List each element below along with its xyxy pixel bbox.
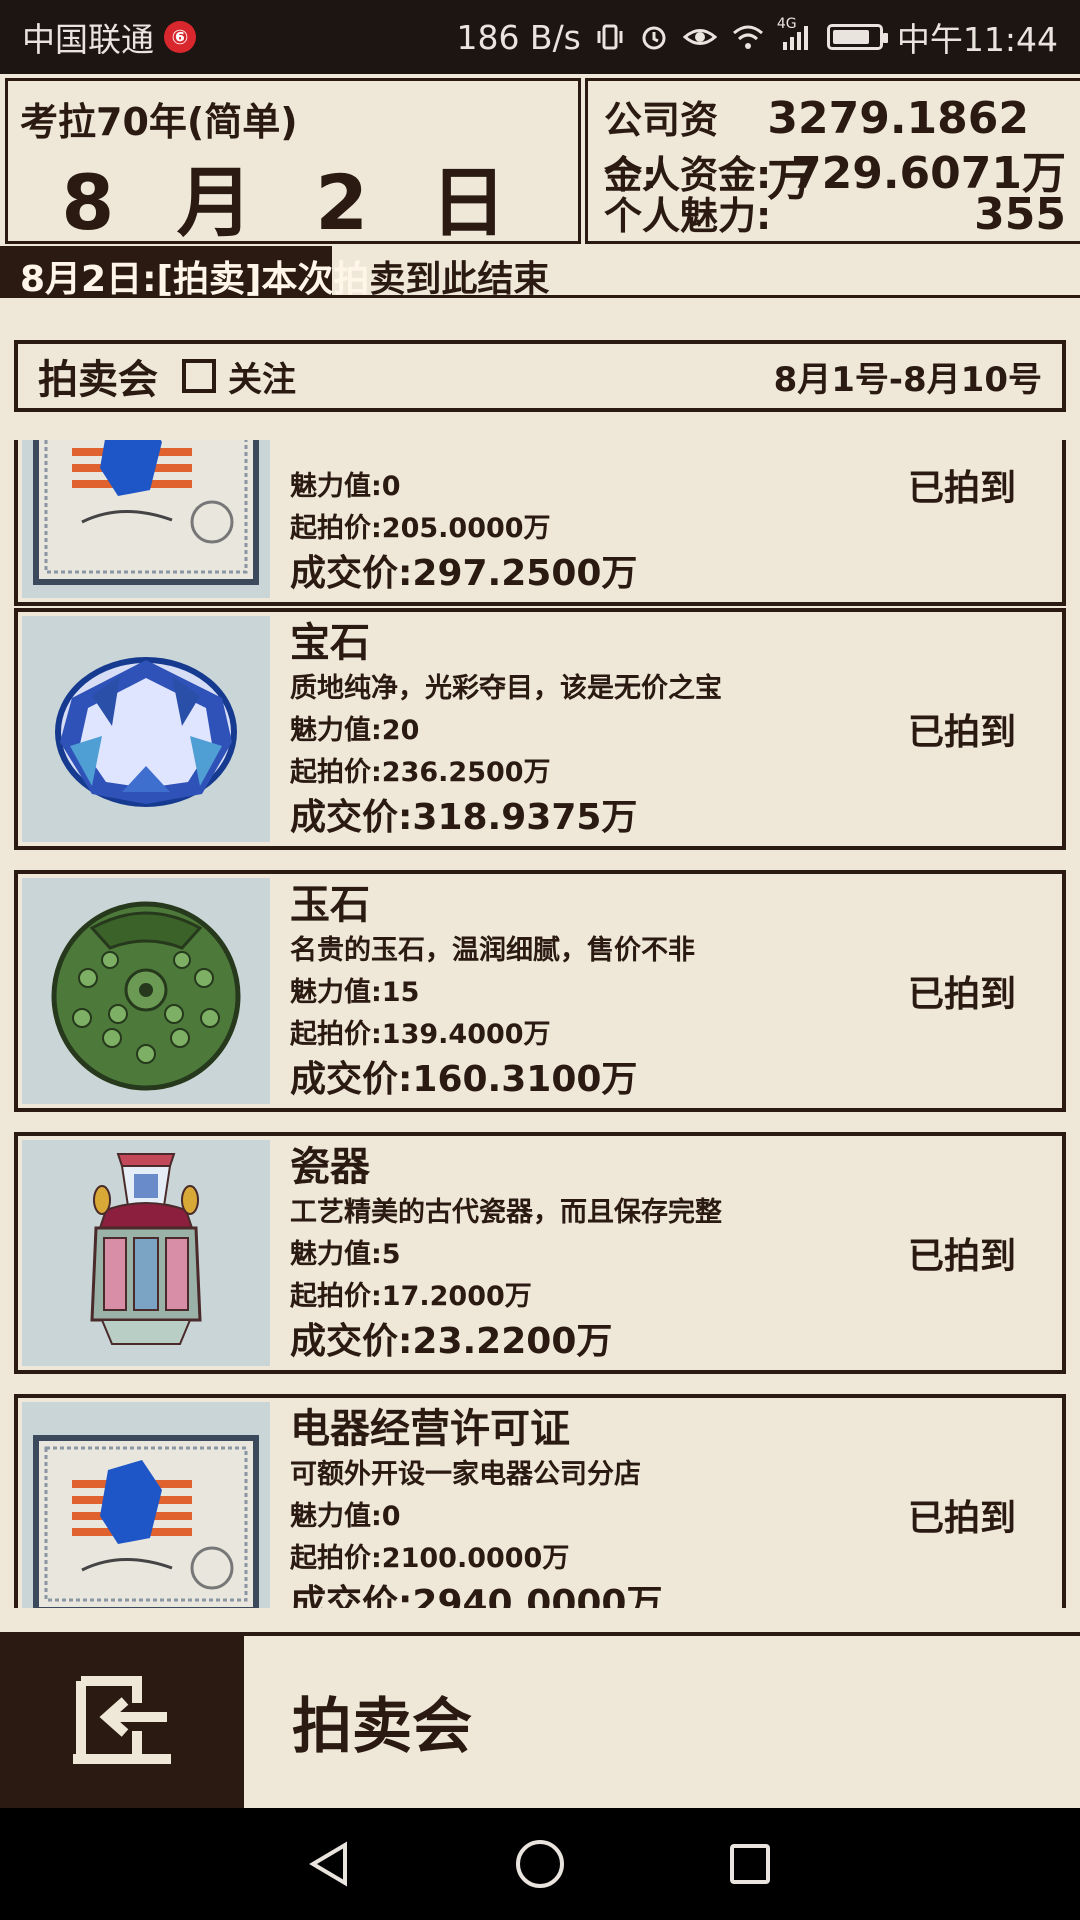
follow-label[interactable]: 关注 (228, 352, 296, 401)
bottom-bar: 拍卖会 (0, 1632, 1080, 1808)
item-description: 可额外开设一家电器公司分店 (290, 1459, 641, 1490)
auction-item[interactable]: 宝石 质地纯净，光彩夺目，该是无价之宝 魅力值:20 起拍价:236.2500万… (14, 608, 1066, 850)
item-status: 已拍到 (907, 712, 1016, 753)
item-charm: 魅力值:5 (290, 1239, 401, 1270)
item-status: 已拍到 (907, 1498, 1016, 1539)
funds-panel: 公司资金: 3279.1862万 个人资金: 729.6071万 个人魅力: 3… (585, 78, 1080, 244)
clock: 中午11:44 (896, 20, 1058, 59)
follow-checkbox[interactable] (182, 359, 216, 393)
alarm-icon (639, 22, 669, 52)
item-charm: 魅力值:0 (290, 1501, 401, 1532)
charm-label: 个人魅力: (604, 194, 772, 238)
exit-icon (67, 1675, 177, 1769)
auction-list[interactable]: 魅力值:0 起拍价:205.0000万 成交价:297.2500万 已拍到 宝石… (0, 440, 1080, 1608)
wifi-icon (731, 22, 765, 52)
ticker-text: 8月2日:[拍卖]本次拍卖到此结束 (20, 250, 549, 302)
charm-value: 355 (974, 189, 1066, 240)
status-bar: 中国联通 ⑥ 186 B/s 4G 中午11:44 (0, 0, 1080, 74)
auction-item[interactable]: 电器经营许可证 可额外开设一家电器公司分店 魅力值:0 起拍价:2100.000… (14, 1394, 1066, 1608)
auction-section-bar: 拍卖会 关注 8月1号-8月10号 (14, 340, 1066, 412)
carrier-name: 中国联通 (22, 20, 154, 59)
eye-icon (682, 22, 717, 52)
recent-square-icon[interactable] (720, 1834, 780, 1894)
battery-icon (826, 24, 888, 50)
item-deal-price: 成交价:2940.0000万 (290, 1583, 663, 1608)
item-info: 瓷器 工艺精美的古代瓷器，而且保存完整 魅力值:5 起拍价:17.2000万 成… (290, 1142, 722, 1366)
item-name: 电器经营许可证 (290, 1406, 570, 1452)
item-info: 玉石 名贵的玉石，温润细腻，售价不非 魅力值:15 起拍价:139.4000万 … (290, 880, 695, 1104)
vibrate-icon (595, 22, 625, 52)
item-name: 宝石 (290, 620, 370, 666)
carrier-badge-icon: ⑥ (164, 21, 196, 53)
current-date: 8 月 2 日 (61, 158, 525, 247)
item-description: 名贵的玉石，温润细腻，售价不非 (290, 935, 695, 966)
bottom-title: 拍卖会 (292, 1692, 472, 1762)
back-triangle-icon[interactable] (300, 1834, 360, 1894)
item-status: 已拍到 (907, 1236, 1016, 1277)
section-title: 拍卖会 (38, 357, 158, 403)
jade-icon (22, 878, 270, 1104)
item-status: 已拍到 (907, 468, 1016, 509)
gem-icon (22, 616, 270, 842)
charm-row: 个人魅力: 355 (604, 185, 1066, 240)
ticker-rest-text: 卖到此结束 (369, 259, 550, 300)
signal-icon: 4G (777, 16, 813, 52)
item-name: 瓷器 (290, 1144, 370, 1190)
game-header: 考拉70年(简单) 8 月 2 日 公司资金: 3279.1862万 个人资金:… (0, 74, 1080, 247)
vase-icon (22, 1140, 270, 1366)
item-description: 工艺精美的古代瓷器，而且保存完整 (290, 1197, 722, 1228)
net-type: 4G (776, 16, 797, 32)
license-icon (22, 440, 270, 598)
ticker-highlight-text: 8月2日:[拍卖]本次拍 (20, 259, 370, 300)
item-start-price: 起拍价:17.2000万 (290, 1281, 532, 1312)
item-description: 质地纯净，光彩夺目，该是无价之宝 (290, 673, 722, 704)
item-charm: 魅力值:20 (290, 715, 420, 746)
status-right: 186 B/s 4G 中午11:44 (456, 13, 1058, 61)
date-panel: 考拉70年(简单) 8 月 2 日 (5, 78, 581, 247)
item-start-price: 起拍价:2100.0000万 (290, 1543, 570, 1574)
item-info: 宝石 质地纯净，光彩夺目，该是无价之宝 魅力值:20 起拍价:236.2500万… (290, 618, 722, 842)
net-speed: 186 B/s (456, 17, 581, 57)
exit-button[interactable] (0, 1636, 244, 1808)
carrier-group: 中国联通 ⑥ (22, 13, 196, 61)
item-description (290, 440, 637, 466)
item-start-price: 起拍价:236.2500万 (290, 757, 551, 788)
news-ticker: 8月2日:[拍卖]本次拍卖到此结束 (0, 246, 1080, 300)
item-info: 魅力值:0 起拍价:205.0000万 成交价:297.2500万 (290, 440, 637, 598)
system-nav-bar (0, 1808, 1080, 1920)
item-status: 已拍到 (907, 974, 1016, 1015)
auction-item[interactable]: 魅力值:0 起拍价:205.0000万 成交价:297.2500万 已拍到 (14, 440, 1066, 606)
item-start-price: 起拍价:205.0000万 (290, 513, 551, 544)
item-deal-price: 成交价:318.9375万 (290, 797, 638, 838)
auction-item[interactable]: 玉石 名贵的玉石，温润细腻，售价不非 魅力值:15 起拍价:139.4000万 … (14, 870, 1066, 1112)
item-deal-price: 成交价:23.2200万 (290, 1321, 613, 1362)
scenario-label: 考拉70年(简单) (20, 100, 298, 144)
license-icon (22, 1402, 270, 1608)
item-charm: 魅力值:15 (290, 977, 420, 1008)
item-deal-price: 成交价:297.2500万 (290, 553, 638, 594)
auction-item[interactable]: 瓷器 工艺精美的古代瓷器，而且保存完整 魅力值:5 起拍价:17.2000万 成… (14, 1132, 1066, 1374)
item-deal-price: 成交价:160.3100万 (290, 1059, 638, 1100)
auction-date-range: 8月1号-8月10号 (773, 359, 1042, 400)
item-charm: 魅力值:0 (290, 471, 401, 502)
home-circle-icon[interactable] (510, 1834, 570, 1894)
item-start-price: 起拍价:139.4000万 (290, 1019, 551, 1050)
item-name: 玉石 (290, 882, 370, 928)
item-info: 电器经营许可证 可额外开设一家电器公司分店 魅力值:0 起拍价:2100.000… (290, 1404, 662, 1608)
